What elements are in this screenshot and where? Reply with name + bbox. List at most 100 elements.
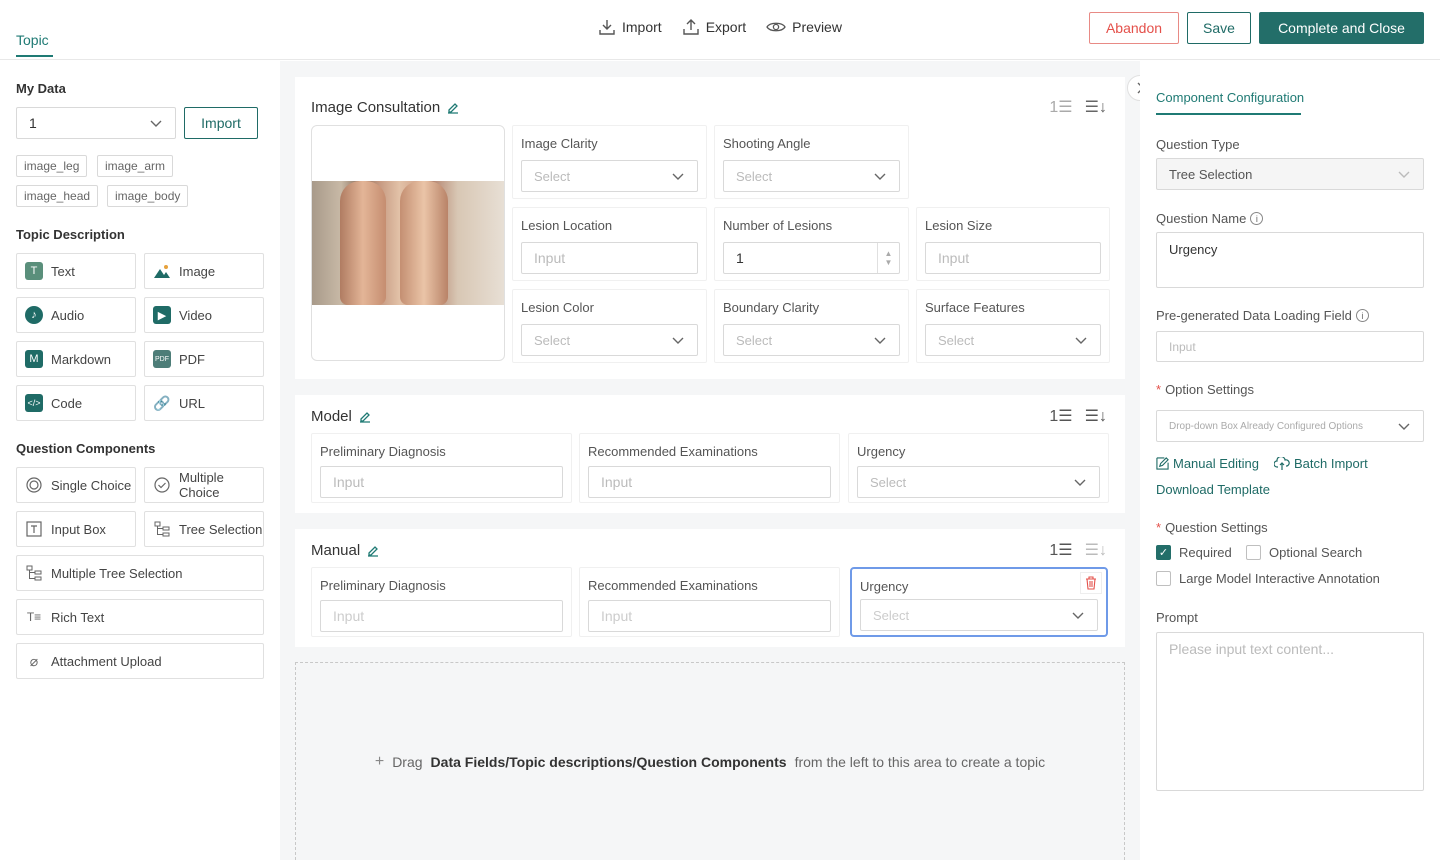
number-input[interactable]: 1 ▲ ▼ (723, 242, 900, 274)
ordered-list-icon[interactable]: 1☰ (1049, 406, 1072, 426)
manual-editing-link[interactable]: Manual Editing (1156, 456, 1259, 471)
question-type-value: Tree Selection (1169, 166, 1253, 182)
data-tag[interactable]: image_leg (16, 155, 88, 177)
topic-card-image-consultation[interactable]: Image Consultation 1☰ ☰↓ Image Clarity S… (295, 77, 1125, 379)
sort-icon[interactable]: ☰↓ (1085, 406, 1107, 426)
my-data-import-button[interactable]: Import (184, 107, 258, 139)
field-preliminary-diagnosis[interactable]: Preliminary Diagnosis Input (311, 567, 572, 637)
text-input[interactable]: Input (320, 466, 563, 498)
trash-icon[interactable] (1080, 572, 1102, 594)
component-url[interactable]: 🔗 URL (144, 385, 264, 421)
component-text[interactable]: T Text (16, 253, 136, 289)
question-name-textarea[interactable]: Urgency (1156, 232, 1424, 288)
component-tree-selection[interactable]: Tree Selection (144, 511, 264, 547)
field-surface-features[interactable]: Surface Features Select (916, 289, 1110, 363)
component-pdf[interactable]: PDF PDF (144, 341, 264, 377)
field-preliminary-diagnosis[interactable]: Preliminary Diagnosis Input (311, 433, 572, 503)
pregen-field-input[interactable]: Input (1156, 331, 1424, 362)
select-box[interactable]: Select (857, 466, 1100, 498)
card-tools: 1☰ ☰↓ (1049, 540, 1107, 560)
select-box[interactable]: Select (723, 324, 900, 356)
info-icon[interactable]: i (1250, 212, 1264, 225)
component-video[interactable]: ▶ Video (144, 297, 264, 333)
export-action[interactable]: Export (682, 18, 746, 36)
required-checkbox[interactable]: ✓ Required (1156, 545, 1232, 560)
edit-icon (1156, 457, 1169, 470)
component-image[interactable]: Image (144, 253, 264, 289)
chevron-down-icon (874, 337, 886, 344)
select-box[interactable]: Select (860, 599, 1098, 631)
select-box[interactable]: Select (925, 324, 1101, 356)
data-tag[interactable]: image_body (107, 185, 189, 207)
card-tools: 1☰ ☰↓ (1049, 97, 1107, 117)
component-single-choice[interactable]: Single Choice (16, 467, 136, 503)
select-box[interactable]: Select (521, 324, 698, 356)
info-icon[interactable]: i (1355, 309, 1369, 322)
save-button[interactable]: Save (1187, 12, 1251, 44)
select-placeholder: Select (736, 332, 773, 348)
text-input[interactable]: Input (521, 242, 698, 274)
text-input[interactable]: Input (588, 466, 831, 498)
number-stepper[interactable]: ▲ ▼ (877, 243, 899, 273)
field-urgency[interactable]: Urgency Select (848, 433, 1109, 503)
preview-action[interactable]: Preview (766, 18, 842, 36)
import-action[interactable]: Import (598, 18, 662, 36)
component-attachment-upload[interactable]: ⌀ Attachment Upload (16, 643, 264, 679)
field-shooting-angle[interactable]: Shooting Angle Select (714, 125, 909, 199)
header-actions: Import Export Preview (598, 18, 842, 36)
prompt-label: Prompt (1156, 610, 1198, 625)
abandon-button[interactable]: Abandon (1089, 12, 1179, 44)
data-tag[interactable]: image_head (16, 185, 99, 207)
input-placeholder: Input (938, 250, 970, 266)
text-input[interactable]: Input (925, 242, 1101, 274)
component-multiple-tree-selection[interactable]: Multiple Tree Selection (16, 555, 264, 591)
prompt-textarea[interactable]: Please input text content... (1156, 632, 1424, 791)
download-template-link[interactable]: Download Template (1156, 482, 1270, 497)
component-input-box[interactable]: Input Box (16, 511, 136, 547)
field-recommended-examinations[interactable]: Recommended Examinations Input (579, 433, 840, 503)
chevron-down-icon (672, 173, 684, 180)
text-input[interactable]: Input (588, 600, 831, 632)
field-image-clarity[interactable]: Image Clarity Select (512, 125, 707, 199)
audio-icon: ♪ (25, 306, 43, 324)
component-label: Rich Text (51, 609, 105, 625)
ordered-list-icon[interactable]: 1☰ (1049, 97, 1072, 117)
tab-component-configuration[interactable]: Component Configuration (1156, 90, 1304, 105)
select-placeholder: Select (870, 474, 907, 490)
option-settings-select[interactable]: Drop-down Box Already Configured Options (1156, 410, 1424, 442)
ordered-list-icon[interactable]: 1☰ (1049, 540, 1072, 560)
component-multiple-choice[interactable]: Multiple Choice (144, 467, 264, 503)
topic-card-manual[interactable]: Manual 1☰ ☰↓ Preliminary Diagnosis Input… (295, 529, 1125, 647)
edit-icon[interactable] (366, 544, 380, 558)
edit-icon[interactable] (446, 101, 460, 115)
complete-and-close-button[interactable]: Complete and Close (1259, 12, 1424, 44)
component-code[interactable]: </> Code (16, 385, 136, 421)
select-box[interactable]: Select (723, 160, 900, 192)
tab-topic[interactable]: Topic (16, 32, 49, 48)
field-number-of-lesions[interactable]: Number of Lesions 1 ▲ ▼ (714, 207, 909, 281)
batch-import-link[interactable]: Batch Import (1274, 456, 1368, 471)
llm-annotation-checkbox[interactable]: Large Model Interactive Annotation (1156, 571, 1380, 586)
checkbox-icon (1156, 571, 1171, 586)
drop-zone[interactable]: + Drag Data Fields/Topic descriptions/Qu… (295, 662, 1125, 860)
sort-icon[interactable]: ☰↓ (1085, 97, 1107, 117)
sort-icon[interactable]: ☰↓ (1085, 540, 1107, 560)
select-box[interactable]: Select (521, 160, 698, 192)
topic-card-model[interactable]: Model 1☰ ☰↓ Preliminary Diagnosis Input … (295, 395, 1125, 513)
field-lesion-color[interactable]: Lesion Color Select (512, 289, 707, 363)
edit-icon[interactable] (358, 410, 372, 424)
question-type-select[interactable]: Tree Selection (1156, 158, 1424, 190)
field-label: Urgency (860, 579, 909, 594)
component-rich-text[interactable]: T≡ Rich Text (16, 599, 264, 635)
field-lesion-size[interactable]: Lesion Size Input (916, 207, 1110, 281)
field-lesion-location[interactable]: Lesion Location Input (512, 207, 707, 281)
component-markdown[interactable]: M Markdown (16, 341, 136, 377)
component-audio[interactable]: ♪ Audio (16, 297, 136, 333)
optional-search-checkbox[interactable]: Optional Search (1246, 545, 1362, 560)
field-urgency-selected[interactable]: Urgency Select (850, 567, 1108, 637)
field-recommended-examinations[interactable]: Recommended Examinations Input (579, 567, 840, 637)
my-data-select[interactable]: 1 (16, 107, 176, 139)
field-boundary-clarity[interactable]: Boundary Clarity Select (714, 289, 909, 363)
text-input[interactable]: Input (320, 600, 563, 632)
data-tag[interactable]: image_arm (97, 155, 174, 177)
